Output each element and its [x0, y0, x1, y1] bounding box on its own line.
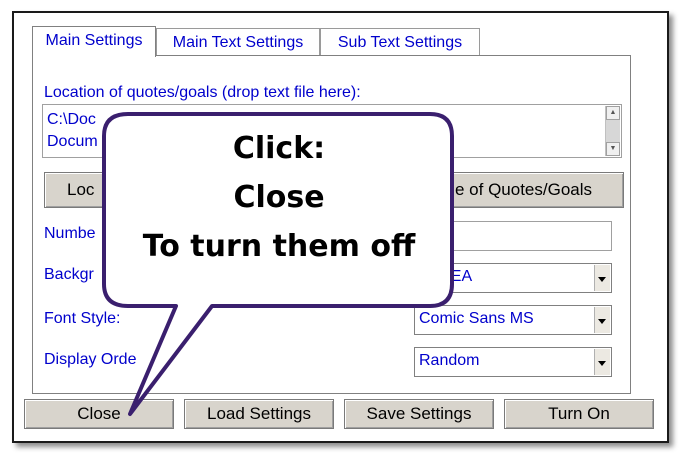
background-color-select[interactable]: FEA [414, 263, 612, 293]
tab-sub-text-settings-label: Sub Text Settings [337, 34, 463, 51]
tab-main-text-settings-label: Main Text Settings [172, 34, 304, 51]
background-label: Backgr [44, 266, 94, 283]
locate-file-button-label: Loc [67, 180, 95, 199]
font-style-value: Comic Sans MS [419, 310, 534, 327]
locate-file-button[interactable]: Loc [44, 172, 134, 208]
location-scrollbar[interactable]: ▲ ▼ [605, 106, 620, 156]
location-label: Location of quotes/goals (drop text file… [44, 84, 361, 101]
close-button[interactable]: Close [24, 399, 174, 429]
chevron-down-icon[interactable] [594, 349, 610, 375]
display-order-label: Display Orde [44, 351, 137, 368]
location-textarea[interactable]: C:\Doc Docum ▲ ▼ [42, 104, 622, 158]
chevron-down-icon[interactable] [594, 307, 610, 333]
number-label: Numbe [44, 225, 96, 242]
display-order-value: Random [419, 352, 480, 369]
edit-quotes-button[interactable]: e of Quotes/Goals [420, 172, 624, 208]
chevron-down-icon[interactable] [594, 265, 610, 291]
number-input[interactable] [420, 221, 612, 251]
tab-sub-text-settings[interactable]: Sub Text Settings [320, 28, 480, 55]
save-settings-button[interactable]: Save Settings [344, 399, 494, 429]
display-order-select[interactable]: Random [414, 347, 612, 377]
edit-quotes-button-label: e of Quotes/Goals [455, 180, 593, 199]
background-color-value: FEA [441, 268, 473, 285]
save-settings-button-label: Save Settings [366, 404, 472, 423]
load-settings-button-label: Load Settings [207, 404, 311, 423]
close-button-label: Close [77, 404, 121, 423]
font-style-select[interactable]: Comic Sans MS [414, 305, 612, 335]
location-line-1: C:\Doc [47, 111, 96, 128]
tab-main-settings-label: Main Settings [45, 32, 143, 49]
scroll-down-icon[interactable]: ▼ [606, 142, 620, 156]
location-line-2: Docum [47, 133, 98, 150]
font-style-label: Font Style: [44, 310, 121, 327]
tab-main-settings[interactable]: Main Settings [32, 26, 156, 57]
turn-on-button-label: Turn On [548, 404, 610, 423]
location-text: C:\Doc Docum [47, 109, 98, 153]
tab-main-text-settings[interactable]: Main Text Settings [156, 28, 320, 55]
scroll-up-icon[interactable]: ▲ [606, 106, 620, 120]
load-settings-button[interactable]: Load Settings [184, 399, 334, 429]
turn-on-button[interactable]: Turn On [504, 399, 654, 429]
